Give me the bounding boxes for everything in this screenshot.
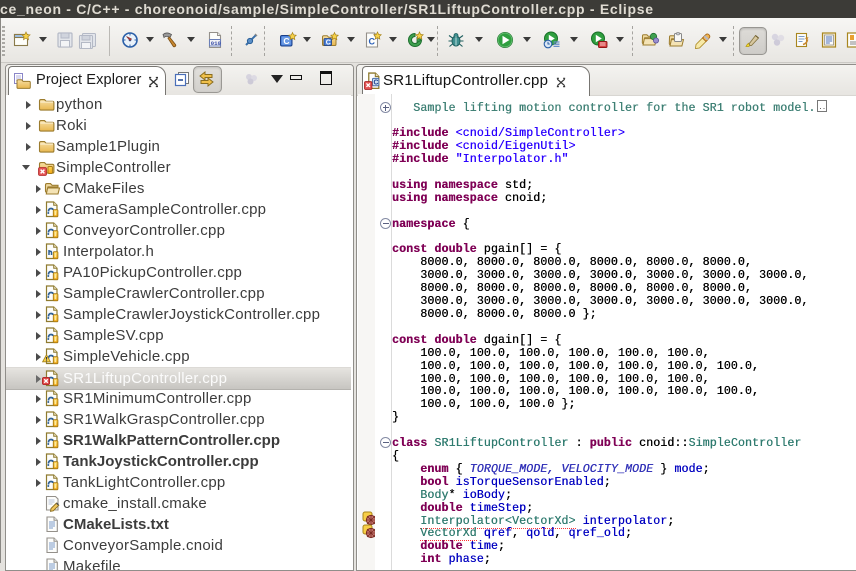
svg-text:C: C xyxy=(283,36,289,46)
svg-text:010: 010 xyxy=(211,40,222,47)
svg-text:C: C xyxy=(326,39,331,46)
svg-text:C: C xyxy=(374,80,379,87)
svg-text:C: C xyxy=(369,37,376,47)
